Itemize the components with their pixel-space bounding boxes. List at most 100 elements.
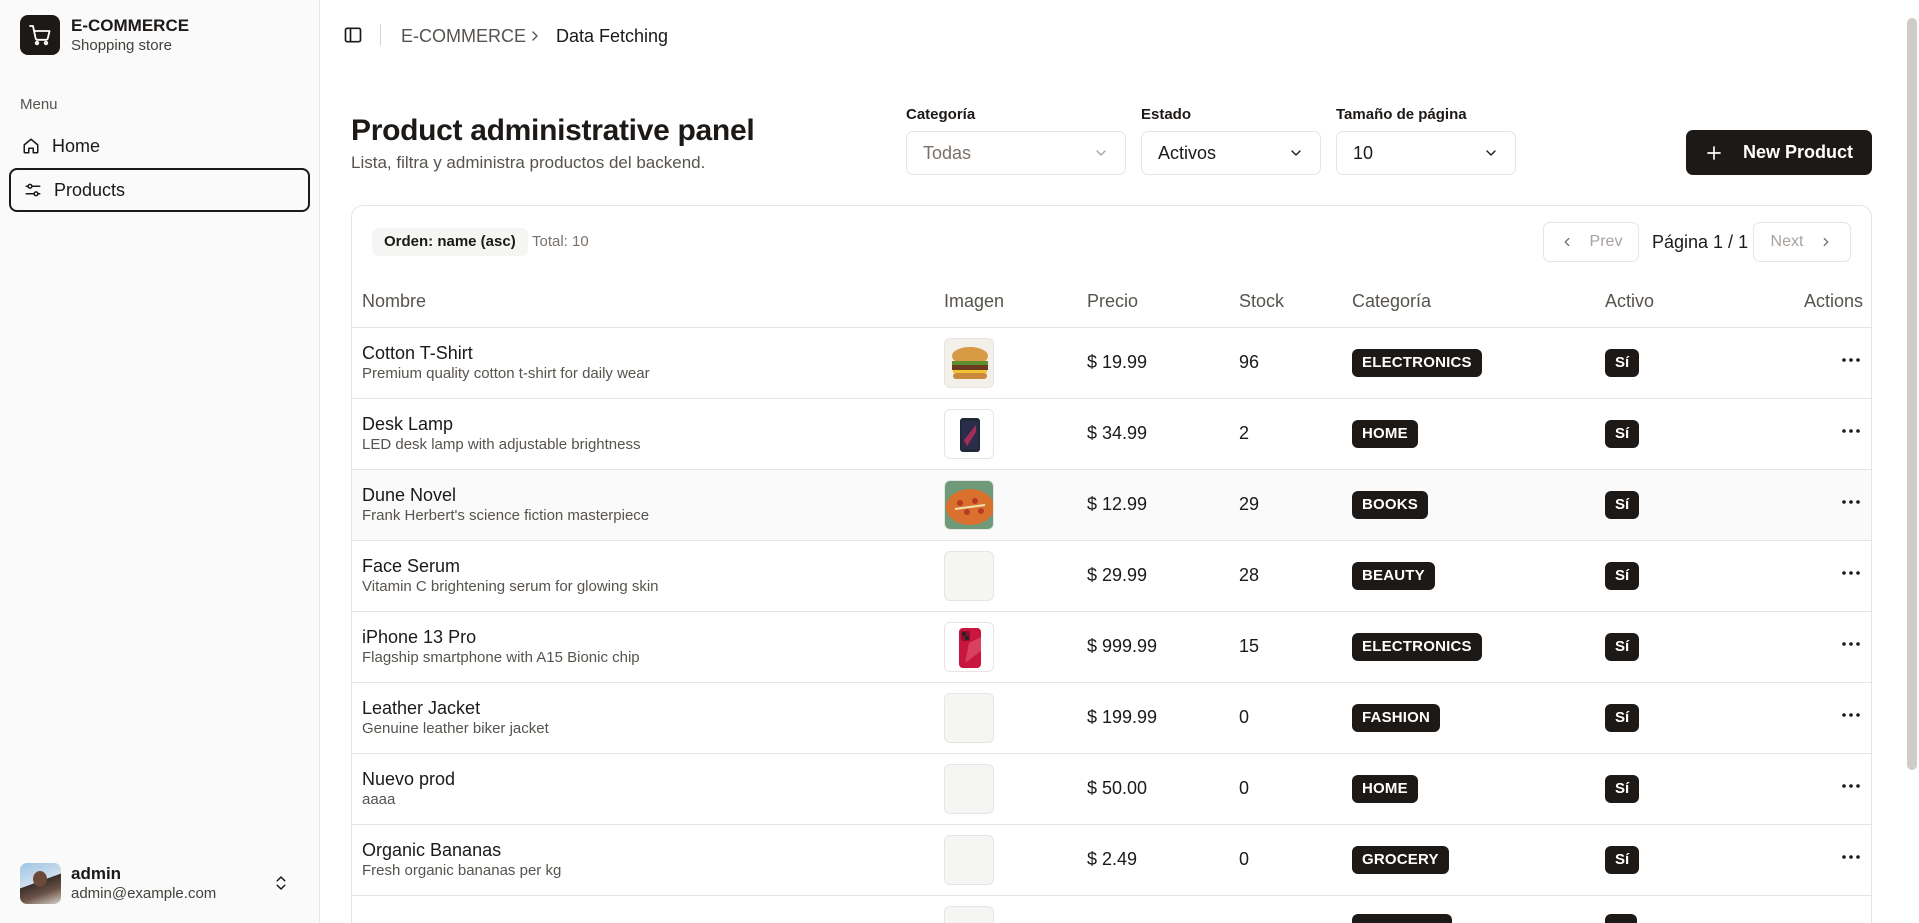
active-badge: Sí [1605,632,1640,661]
next-page-button[interactable]: Next [1753,222,1851,262]
user-menu[interactable]: admin admin@example.com [20,862,300,904]
sidebar-item-products[interactable]: Products [9,168,310,212]
category-filter-label: Categoría [906,106,976,123]
category-select[interactable]: Todas [906,131,1126,175]
brand[interactable]: E-COMMERCE Shopping store [20,15,189,55]
product-description: Frank Herbert's science fiction masterpi… [362,507,650,524]
new-product-button[interactable]: New Product [1686,130,1872,175]
more-horizontal-icon [1842,642,1860,646]
name-cell: Nuevo prod aaaa [352,753,944,825]
page-size-filter: Tamaño de página 10 [1336,106,1516,175]
category-badge: ELECTRONICS [1352,632,1482,661]
menu-label: Menu [20,96,58,113]
table-row[interactable]: Wireless Earbuds [352,895,1871,923]
product-thumbnail [944,621,994,672]
category-cell: HOME [1352,753,1605,825]
prev-page-button[interactable]: Prev [1543,222,1639,262]
sidebar-toggle-icon[interactable] [343,25,363,45]
active-badge: Sí [1605,774,1640,803]
row-actions-button[interactable] [1839,642,1863,660]
column-header-active[interactable]: Activo [1605,277,1755,328]
product-description: Flagship smartphone with A15 Bionic chip [362,649,640,666]
total-count: Total: 10 [532,233,589,250]
page-subtitle: Lista, filtra y administra productos del… [351,153,706,172]
products-table-card: Orden: name (asc) Total: 10 Prev Página … [351,205,1872,923]
table-row[interactable]: Cotton T-Shirt Premium quality cotton t-s… [352,327,1871,399]
product-stock: 0 [1239,707,1250,727]
more-horizontal-icon [1842,500,1860,504]
active-badge [1605,914,1637,923]
product-name: Nuevo prod [362,769,456,789]
product-thumbnail [944,479,994,530]
more-horizontal-icon [1842,855,1860,859]
price-cell: $ 999.99 [1087,611,1239,683]
column-header-price[interactable]: Precio [1087,277,1239,328]
column-header-category[interactable]: Categoría [1352,277,1605,328]
category-badge: BEAUTY [1352,561,1435,590]
actions-cell [1755,327,1871,399]
row-actions-button[interactable] [1839,784,1863,802]
product-price: $ 34.99 [1087,423,1148,443]
chevron-down-icon [1096,150,1106,156]
product-price: $ 29.99 [1087,565,1148,585]
table-row[interactable]: Nuevo prod aaaa $ 50.00 0 HOME Sí [352,753,1871,825]
product-name: Organic Bananas [362,840,502,860]
table-row[interactable]: iPhone 13 Pro Flagship smartphone with A1… [352,611,1871,683]
row-actions-button[interactable] [1839,358,1863,376]
actions-cell [1755,895,1871,923]
chevron-left-icon [1564,237,1569,247]
top-bar: E-COMMERCE Data Fetching [321,0,1919,72]
category-filter: Categoría Todas [906,106,1126,175]
active-cell [1605,895,1755,923]
price-cell: $ 50.00 [1087,753,1239,825]
actions-cell [1755,824,1871,896]
table-row[interactable]: Dune Novel Frank Herbert's science fictio… [352,469,1871,541]
plus-icon [1707,145,1721,160]
shopping-cart-icon [20,15,60,55]
row-actions-button[interactable] [1839,429,1863,447]
active-cell: Sí [1605,682,1755,754]
product-name: Leather Jacket [362,698,481,718]
row-actions-button[interactable] [1839,571,1863,589]
category-badge [1352,914,1452,923]
name-cell: Organic Bananas Fresh organic bananas per… [352,824,944,896]
product-price: $ 999.99 [1087,636,1158,656]
table-row[interactable]: Leather Jacket Genuine leather biker jack… [352,682,1871,754]
product-thumbnail [944,337,994,388]
product-name: Wireless Earbuds [362,920,944,923]
home-icon [21,136,41,156]
actions-cell [1755,540,1871,612]
price-cell: $ 29.99 [1087,540,1239,612]
sidebar-item-home[interactable]: Home [9,124,310,168]
column-header-name[interactable]: Nombre [352,277,944,328]
table-row[interactable]: Organic Bananas Fresh organic bananas per… [352,824,1871,896]
product-stock: 15 [1239,636,1260,656]
row-actions-button[interactable] [1839,500,1863,518]
row-actions-button[interactable] [1839,713,1863,731]
product-stock: 96 [1239,352,1260,372]
product-stock: 29 [1239,494,1260,514]
name-cell: Desk Lamp LED desk lamp with adjustable b… [352,398,944,470]
image-cell [944,682,1087,754]
table-row[interactable]: Face Serum Vitamin C brightening serum fo… [352,540,1871,612]
product-description: Vitamin C brightening serum for glowing … [362,578,659,595]
product-price: $ 19.99 [1087,352,1148,372]
product-description: Genuine leather biker jacket [362,720,549,737]
page-scrollbar[interactable] [1907,18,1917,770]
stock-cell: 28 [1239,540,1352,612]
column-header-stock[interactable]: Stock [1239,277,1352,328]
page-size-select[interactable]: 10 [1336,131,1516,175]
price-cell: $ 199.99 [1087,682,1239,754]
product-description: Premium quality cotton t-shirt for daily… [362,365,650,382]
category-badge: HOME [1352,774,1418,803]
table-row[interactable]: Desk Lamp LED desk lamp with adjustable b… [352,398,1871,470]
status-select[interactable]: Activos [1141,131,1321,175]
category-cell: ELECTRONICS [1352,611,1605,683]
row-actions-button[interactable] [1839,855,1863,873]
more-horizontal-icon [1842,429,1860,433]
name-cell: Dune Novel Frank Herbert's science fictio… [352,469,944,541]
breadcrumb-root[interactable]: E-COMMERCE [401,25,526,47]
more-horizontal-icon [1842,571,1860,575]
stock-cell: 96 [1239,327,1352,399]
products-table: Nombre Imagen Precio Stock Categoría Act… [352,277,1871,923]
